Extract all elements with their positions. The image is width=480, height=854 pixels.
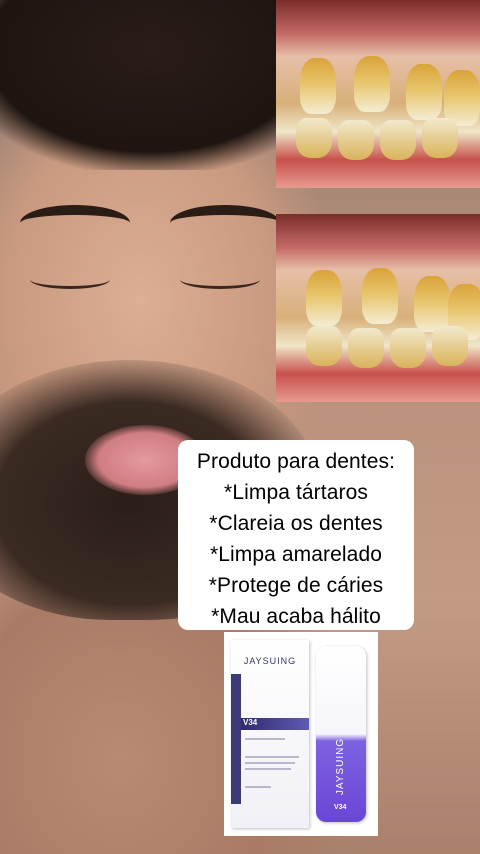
yellow-teeth-photo-bottom	[276, 214, 480, 402]
benefit-item: *Clareia os dentes	[209, 512, 383, 535]
box-brand-label: JAYSUING	[243, 656, 297, 666]
box-text-line	[245, 786, 271, 788]
tooth	[306, 326, 342, 366]
tooth	[380, 120, 416, 160]
benefit-item: *Limpa amarelado	[209, 543, 383, 566]
box-text-line	[245, 756, 299, 758]
tooth	[432, 326, 468, 366]
right-eyebrow	[170, 205, 280, 241]
product-image: JAYSUING V34 JAYSUING V34	[224, 632, 378, 836]
tooth	[296, 118, 332, 158]
tooth	[354, 56, 390, 112]
box-text-line	[245, 738, 285, 740]
callout-title: Produto para dentes:	[196, 450, 396, 473]
tooth	[306, 270, 342, 326]
left-eyebrow	[20, 205, 130, 241]
product-box: JAYSUING V34	[231, 640, 309, 828]
tube-code-label: V34	[334, 804, 347, 811]
box-stripe	[231, 674, 241, 804]
tube-brand-label: JAYSUING	[335, 737, 347, 795]
benefit-item: *Limpa tártaros	[224, 481, 368, 504]
product-tube: JAYSUING V34	[316, 646, 366, 822]
tooth	[422, 118, 458, 158]
right-eye	[180, 270, 260, 289]
benefit-item: *Protege de cáries	[208, 574, 384, 597]
yellow-teeth-photo-top	[276, 0, 480, 188]
tooth	[338, 120, 374, 160]
box-text-line	[245, 762, 295, 764]
benefits-callout: Produto para dentes: *Limpa tártaros *Cl…	[178, 440, 414, 630]
benefit-item: *Mau acaba hálito	[211, 605, 381, 628]
tooth	[406, 64, 442, 120]
tooth	[362, 268, 398, 324]
tooth	[300, 58, 336, 114]
box-text-line	[245, 768, 291, 770]
tooth	[348, 328, 384, 368]
box-code-label: V34	[243, 718, 258, 727]
tooth	[414, 276, 450, 332]
left-eye	[30, 270, 110, 289]
tooth	[390, 328, 426, 368]
